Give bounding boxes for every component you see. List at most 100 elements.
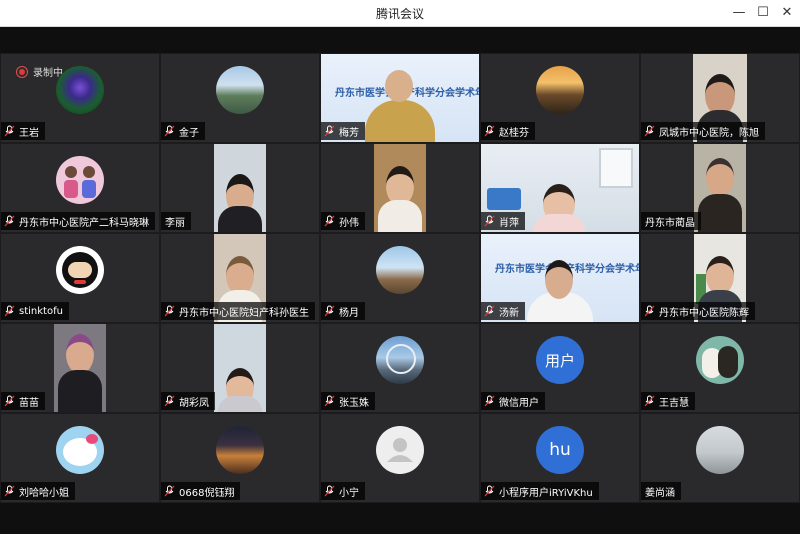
participant-tile[interactable]: 刘哈哈小姐 [1,414,159,502]
participant-tile[interactable]: 丹东市蔺晶 [641,144,799,232]
name-label: 丹东市蔺晶 [641,212,701,230]
participant-name: 丹东市蔺晶 [645,217,695,229]
person-body [218,206,262,232]
minimize-button[interactable]: — [728,3,750,23]
avatar-text: hu [549,440,571,460]
kitty-bow [86,434,98,444]
participant-tile[interactable]: 用户 微信用户 [481,324,639,412]
participant-tile[interactable]: 王吉慧 [641,324,799,412]
participant-tile[interactable]: 姜尚涵 [641,414,799,502]
participant-tile[interactable]: 赵桂芬 [481,54,639,142]
participant-tile[interactable]: 丹东市医学会妇产科学分会学术年会 汤新 [481,234,639,322]
participant-name: 孙伟 [339,217,359,229]
name-label: 赵桂芬 [481,122,535,140]
participant-name: 汤新 [499,307,519,319]
participant-name: 王岩 [19,127,39,139]
cartoon-body [82,180,96,198]
avatar [56,246,104,294]
participant-tile[interactable]: 苗苗 [1,324,159,412]
mic-muted-icon [324,485,335,497]
name-label: 胡彩凤 [161,392,215,410]
participant-name: 凤城市中心医院，陈旭 [659,127,759,139]
participant-tile[interactable]: stinktofu [1,234,159,322]
person-face [385,70,413,102]
mic-muted-icon [164,125,175,137]
participant-tile[interactable]: 金子 [161,54,319,142]
name-label: 刘哈哈小姐 [1,482,75,500]
recording-label: 录制中 [33,68,63,79]
name-label: 姜尚涵 [641,482,681,500]
avatar [376,426,424,474]
mic-muted-icon [644,125,655,137]
mic-muted-icon [644,305,655,317]
mic-muted-icon [484,485,495,497]
participant-tile[interactable]: 张玉姝 [321,324,479,412]
person-face [545,260,573,299]
mic-muted-icon [4,125,15,137]
maximize-button[interactable]: ☐ [752,3,774,23]
mic-muted-icon [484,215,495,227]
participant-tile[interactable]: 肖萍 [481,144,639,232]
participant-tile[interactable]: 丹东市中心医院妇产科孙医生 [161,234,319,322]
person-body [58,370,102,412]
mic-muted-icon [324,215,335,227]
mic-muted-icon [4,485,15,497]
participant-tile[interactable]: 孙伟 [321,144,479,232]
participant-tile[interactable]: 胡彩凤 [161,324,319,412]
close-button[interactable]: ✕ [776,3,798,23]
avatar [216,66,264,114]
mic-muted-icon [484,305,495,317]
participant-tile[interactable]: 丹东市中心医院陈辉 [641,234,799,322]
name-label: 张玉姝 [321,392,375,410]
participant-tile[interactable]: 凤城市中心医院，陈旭 [641,54,799,142]
participant-tile[interactable]: 小宁 [321,414,479,502]
person-body [533,214,585,232]
avatar [696,336,744,384]
title-bar: 腾讯会议 — ☐ ✕ [0,0,800,27]
name-label: 梅芳 [321,122,365,140]
participant-tile[interactable]: 杨月 [321,234,479,322]
room-window [599,148,633,188]
participant-tile[interactable]: 丹东市医学会妇产科学分会学术年会 梅芳 [321,54,479,142]
participant-name: 丹东市中心医院产二科马晓琳 [19,217,149,229]
recording-indicator[interactable]: 录制中 [16,64,63,79]
participant-name: stinktofu [19,305,63,317]
mic-muted-icon [484,395,495,407]
avatar [56,66,104,114]
participant-name: 姜尚涵 [645,487,675,499]
participant-name: 肖萍 [499,217,519,229]
avatar [376,336,424,384]
participant-name: 胡彩凤 [179,397,209,409]
person-face [706,158,734,196]
participant-tile[interactable]: 丹东市中心医院产二科马晓琳 [1,144,159,232]
name-label: 王岩 [1,122,45,140]
name-label: 王吉慧 [641,392,695,410]
person-face [66,334,94,374]
cartoon-head [65,166,77,178]
name-label: 0668倪钰翔 [161,482,241,500]
participant-name: 张玉姝 [339,397,369,409]
participant-name: 赵桂芬 [499,127,529,139]
avatar [56,426,104,474]
participant-name: 微信用户 [499,397,539,409]
name-label: 杨月 [321,302,365,320]
participant-tile[interactable]: 李丽 [161,144,319,232]
participant-grid: 王岩 金子 丹东市医学会妇产科学分会学术年会 梅芳 赵桂芬 凤城市中心医院，陈旭… [0,53,800,503]
name-label: 肖萍 [481,212,525,230]
top-toolbar [0,27,800,53]
cartoon-head [83,166,95,178]
name-label: 金子 [161,122,205,140]
person-body [378,200,422,232]
participant-name: 苗苗 [19,397,39,409]
mic-muted-icon [4,215,15,227]
participant-video [214,324,266,412]
avatar [216,426,264,474]
participant-name: 小程序用户iRYiVKhu [499,487,593,499]
default-user-icon [387,438,413,462]
cartoon-mouth [74,280,86,284]
participant-tile[interactable]: hu 小程序用户iRYiVKhu [481,414,639,502]
name-label: 汤新 [481,302,525,320]
name-label: 李丽 [161,212,191,230]
name-label: 丹东市中心医院产二科马晓琳 [1,212,155,230]
participant-tile[interactable]: 0668倪钰翔 [161,414,319,502]
